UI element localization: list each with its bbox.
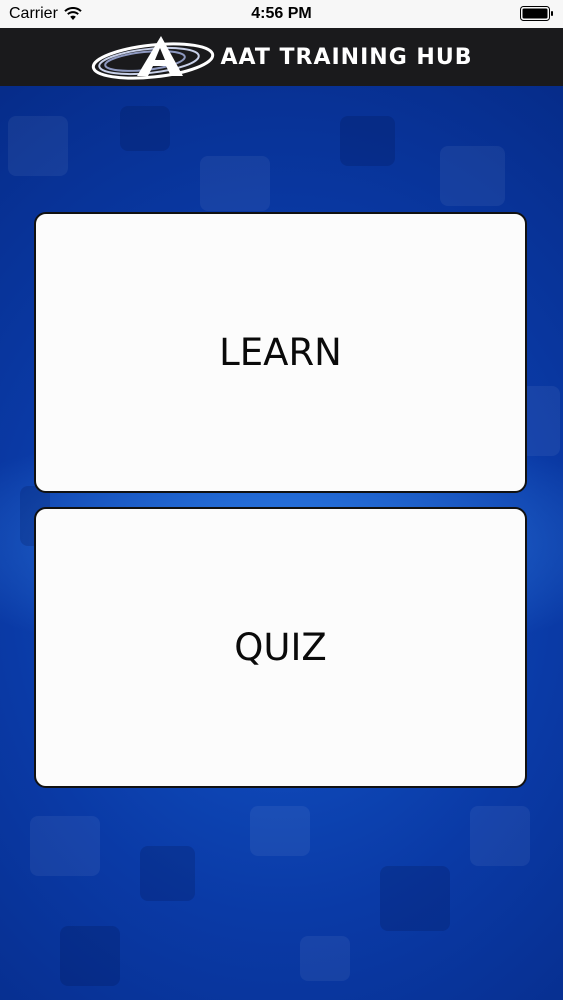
status-time: 4:56 PM xyxy=(251,5,312,22)
logo-text: AAT TRAINING HUB xyxy=(220,44,473,70)
aat-logo-icon xyxy=(91,36,214,80)
status-bar: Carrier 4:56 PM xyxy=(0,0,563,28)
battery-icon xyxy=(520,6,553,21)
quiz-label: QUIZ xyxy=(234,626,327,669)
app-header: AAT TRAINING HUB xyxy=(0,28,563,86)
quiz-button[interactable]: QUIZ xyxy=(34,507,527,788)
app-logo: AAT TRAINING HUB xyxy=(91,28,473,86)
learn-button[interactable]: LEARN xyxy=(34,212,527,493)
app-screen: Carrier 4:56 PM AAT TRAINING HUB LEARN Q… xyxy=(0,0,563,1000)
learn-label: LEARN xyxy=(219,331,342,374)
